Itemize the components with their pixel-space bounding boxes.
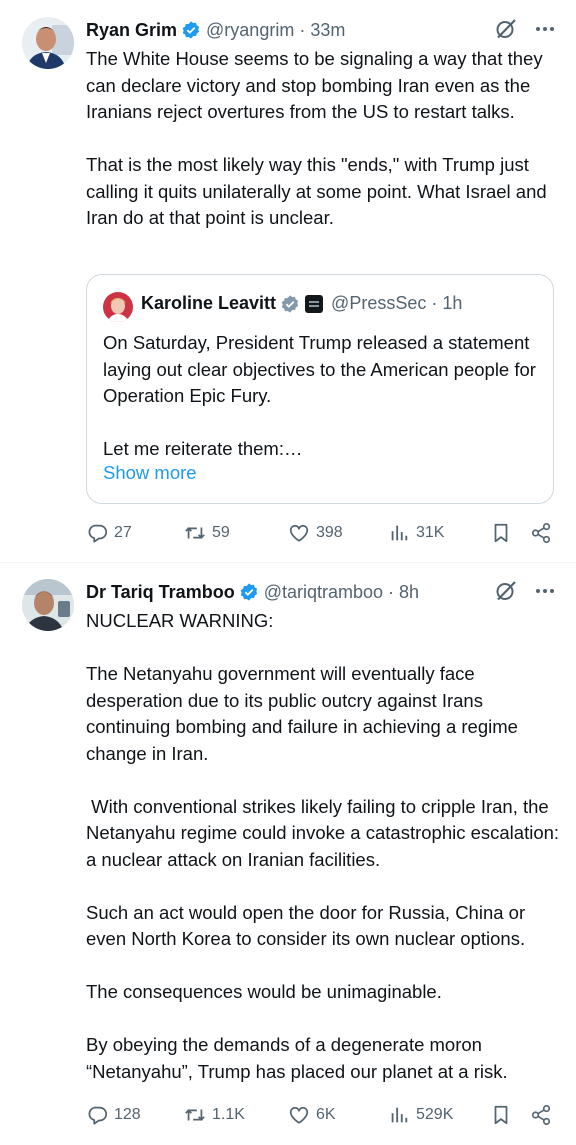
action-bar: 128 1.1K 6K 529K bbox=[86, 1101, 556, 1129]
retweet-button[interactable]: 59 bbox=[184, 519, 230, 547]
views-count: 31K bbox=[416, 524, 445, 541]
reply-icon bbox=[88, 1106, 108, 1125]
views-button[interactable]: 31K bbox=[388, 519, 444, 547]
author-name[interactable]: Dr Tariq Tramboo bbox=[86, 582, 235, 603]
bookmark-button[interactable] bbox=[490, 1101, 512, 1129]
quote-author-name[interactable]: Karoline Leavitt bbox=[141, 293, 276, 314]
action-bar: 27 59 398 31K bbox=[86, 519, 556, 547]
like-icon bbox=[289, 1106, 309, 1124]
tweet-header: Dr Tariq Tramboo @tariqtramboo · 8h bbox=[86, 579, 556, 605]
quote-tweet[interactable]: Karoline Leavitt @PressSec · 1h On Satur… bbox=[86, 274, 554, 504]
reply-icon bbox=[88, 524, 108, 543]
show-more-link[interactable]: Show more bbox=[103, 462, 197, 484]
reply-button[interactable]: 27 bbox=[86, 519, 132, 547]
tweet-text: NUCLEAR WARNING: The Netanyahu governmen… bbox=[86, 610, 560, 1082]
like-icon bbox=[289, 524, 309, 542]
tweet-header: Ryan Grim @ryangrim · 33m bbox=[86, 17, 556, 43]
reply-count: 27 bbox=[114, 524, 132, 541]
verified-badge-icon bbox=[182, 21, 200, 39]
retweet-count: 59 bbox=[212, 524, 230, 541]
bookmark-icon bbox=[494, 523, 508, 543]
tweet-tariq-tramboo[interactable]: Dr Tariq Tramboo @tariqtramboo · 8h NUCL… bbox=[0, 563, 576, 1145]
like-button[interactable]: 398 bbox=[288, 519, 343, 547]
retweet-icon bbox=[185, 1109, 205, 1121]
author-handle[interactable]: @ryangrim bbox=[206, 20, 294, 41]
government-affiliation-icon bbox=[305, 294, 324, 313]
share-button[interactable] bbox=[530, 519, 552, 547]
separator-dot: · bbox=[388, 581, 395, 602]
more-icon[interactable] bbox=[534, 18, 556, 40]
like-button[interactable]: 6K bbox=[288, 1101, 336, 1129]
verified-badge-icon bbox=[240, 583, 257, 601]
reply-count: 128 bbox=[114, 1106, 141, 1123]
verified-gray-badge-icon bbox=[281, 294, 299, 313]
reply-button[interactable]: 128 bbox=[86, 1101, 141, 1129]
views-icon bbox=[391, 1107, 408, 1123]
avatar[interactable] bbox=[22, 17, 74, 69]
bookmark-icon bbox=[494, 1105, 508, 1125]
grok-icon[interactable] bbox=[494, 17, 518, 41]
separator-dot: · bbox=[431, 293, 438, 313]
tweet-ryan-grim[interactable]: Ryan Grim @ryangrim · 33m The White Hous… bbox=[0, 0, 576, 562]
author-handle[interactable]: @tariqtramboo bbox=[264, 582, 383, 603]
quote-time[interactable]: 1h bbox=[442, 293, 462, 314]
like-count: 6K bbox=[316, 1106, 336, 1123]
like-count: 398 bbox=[316, 524, 343, 541]
separator-dot: · bbox=[299, 19, 306, 40]
views-button[interactable]: 529K bbox=[388, 1101, 453, 1129]
tweet-time[interactable]: 33m bbox=[310, 20, 345, 41]
quote-text: On Saturday, President Trump released a … bbox=[103, 332, 536, 459]
views-icon bbox=[391, 525, 408, 541]
quote-avatar bbox=[103, 292, 133, 322]
grok-icon[interactable] bbox=[494, 579, 518, 603]
share-button[interactable] bbox=[530, 1101, 552, 1129]
views-count: 529K bbox=[416, 1106, 454, 1123]
retweet-count: 1.1K bbox=[212, 1106, 245, 1123]
tweet-time[interactable]: 8h bbox=[399, 582, 419, 603]
more-icon[interactable] bbox=[534, 580, 556, 602]
bookmark-button[interactable] bbox=[490, 519, 512, 547]
quote-author-handle[interactable]: @PressSec bbox=[331, 293, 426, 314]
quote-header: Karoline Leavitt @PressSec · 1h bbox=[141, 293, 462, 314]
retweet-icon bbox=[185, 527, 205, 539]
author-name[interactable]: Ryan Grim bbox=[86, 20, 177, 41]
tweet-text: The White House seems to be signaling a … bbox=[86, 48, 547, 228]
avatar[interactable] bbox=[22, 579, 74, 631]
share-icon bbox=[531, 1105, 551, 1125]
share-icon bbox=[531, 523, 551, 543]
retweet-button[interactable]: 1.1K bbox=[184, 1101, 245, 1129]
